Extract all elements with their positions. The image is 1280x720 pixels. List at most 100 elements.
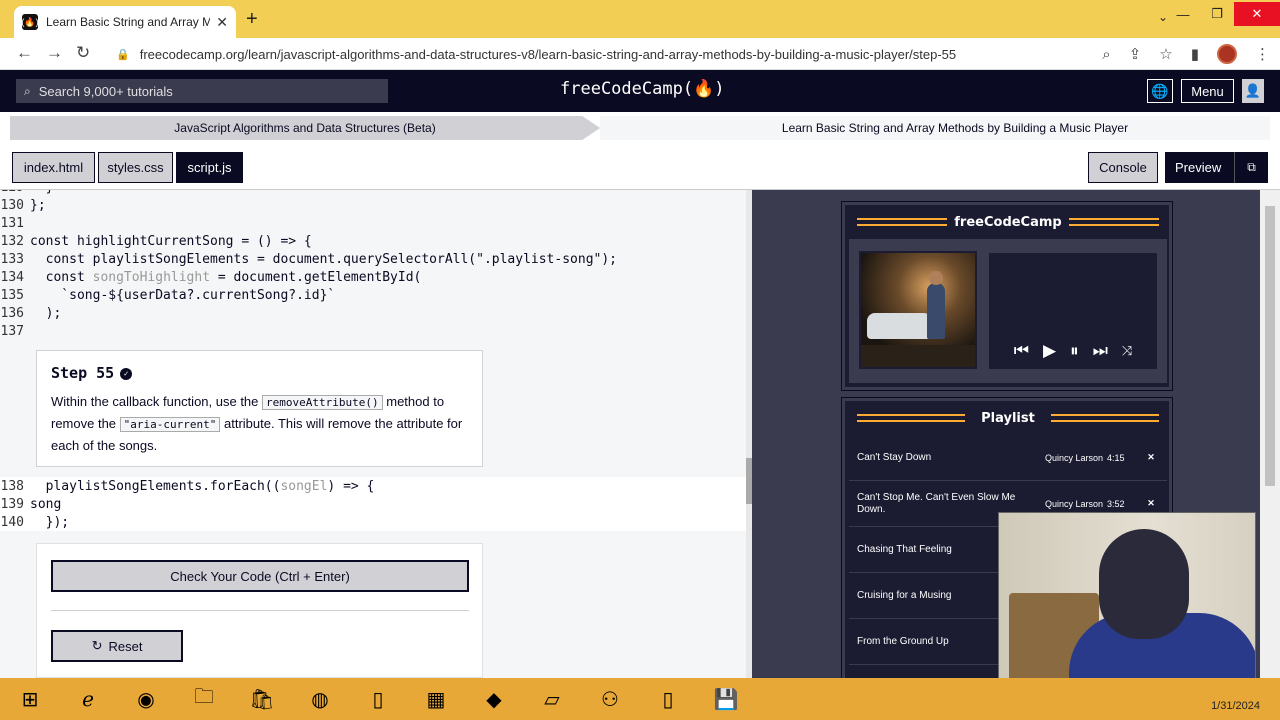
code-line: 131 (0, 215, 24, 231)
save-disk-icon[interactable]: 💾 (708, 683, 744, 715)
breadcrumb-course[interactable]: JavaScript Algorithms and Data Structure… (10, 116, 600, 140)
profile-avatar[interactable] (1217, 44, 1237, 64)
player-controls: ⏮ ▶ ⏸ ⏭ ⤨ (989, 341, 1157, 361)
reset-button[interactable]: ↻ Reset (51, 630, 183, 662)
browser-tab[interactable]: (🔥) Learn Basic String and Array Met ✕ (14, 6, 236, 38)
control-panel-icon[interactable]: ▦ (418, 683, 454, 715)
check-code-button[interactable]: Check Your Code (Ctrl + Enter) (51, 560, 469, 592)
tab-index-html[interactable]: index.html (12, 152, 95, 183)
url-text: freecodecamp.org/learn/javascript-algori… (139, 46, 957, 62)
close-tab-icon[interactable]: ✕ (216, 14, 228, 31)
code-editor[interactable]: 129 } 130}; 131 132const highlightCurren… (0, 190, 752, 678)
document-icon[interactable]: ▯ (360, 683, 396, 715)
player-controls-panel: ⏮ ▶ ⏸ ⏭ ⤨ (989, 253, 1157, 369)
lock-icon: 🔒 (116, 48, 130, 61)
zoom-icon[interactable]: ⌕ (1102, 46, 1110, 63)
inline-code-aria-current: "aria-current" (119, 417, 221, 432)
popout-window-icon[interactable]: ⧉ (1234, 152, 1268, 183)
user-avatar-icon[interactable]: 👤 (1242, 79, 1264, 103)
play-icon[interactable]: ▶ (1043, 341, 1056, 361)
divider (51, 610, 469, 611)
search-placeholder: Search 9,000+ tutorials (38, 83, 173, 99)
step-description: Within the callback function, use the re… (51, 394, 463, 453)
edge-icon[interactable]: ◍ (302, 683, 338, 715)
reload-icon[interactable]: ↻ (76, 43, 90, 63)
music-player: freeCodeCamp ⏮ ▶ ⏸ ⏭ ⤨ (841, 201, 1173, 391)
preview-scrollbar[interactable] (1260, 190, 1280, 678)
album-art-image (859, 251, 977, 369)
delete-icon[interactable]: ✕ (1145, 452, 1157, 464)
code-line: 135 `song-${userData?.currentSong?.id}` (0, 287, 336, 303)
internet-explorer-icon[interactable]: ℯ (70, 683, 106, 715)
tab-styles-css[interactable]: styles.css (98, 152, 173, 183)
check-circle-icon: ✓ (120, 367, 133, 380)
code-line: 139 song (0, 495, 748, 513)
decorative-lines (1051, 414, 1159, 422)
list-item[interactable]: Can't Stay Down Quincy Larson 4:15 ✕ (849, 435, 1167, 481)
console-button[interactable]: Console (1088, 152, 1158, 183)
song-title: Can't Stay Down (857, 451, 932, 463)
fcc-logo[interactable]: freeCodeCamp(🔥) (560, 79, 724, 99)
player-title-bar: freeCodeCamp (849, 209, 1167, 235)
folder-app-icon[interactable]: ▱ (534, 683, 570, 715)
taskbar-date: 1/31/2024 (1211, 700, 1260, 712)
address-bar-row: ← → ↻ 🔒 freecodecamp.org/learn/javascrip… (0, 38, 1280, 70)
forward-arrow-icon[interactable]: → (46, 43, 63, 63)
side-panel-icon[interactable]: ▮ (1191, 45, 1199, 63)
pause-icon[interactable]: ⏸ (1070, 341, 1079, 361)
file-explorer-icon[interactable]: 🗀 (186, 683, 222, 715)
song-artist: Quincy Larson (1045, 452, 1104, 463)
window-controls: — ❐ ✕ (1166, 0, 1280, 28)
address-bar-icons: ⌕ ⇪ ☆ ▮ ⋮ (1102, 44, 1270, 64)
windows-start-icon[interactable]: ⊞ (12, 683, 48, 715)
new-tab-plus-icon[interactable]: + (246, 8, 258, 31)
webcam-overlay (998, 512, 1256, 702)
code-line: 130}; (0, 197, 46, 213)
python-icon[interactable]: ⚇ (592, 683, 628, 715)
album-art-head (929, 271, 943, 285)
actions-panel: Check Your Code (Ctrl + Enter) ↻ Reset (36, 543, 483, 678)
blank-document-icon[interactable]: ▯ (650, 683, 686, 715)
code-line: 134 const songToHighlight = document.get… (0, 269, 422, 285)
freecodecamp-favicon-icon: (🔥) (21, 14, 39, 30)
chrome-icon[interactable]: ◉ (128, 683, 164, 715)
url-field[interactable]: 🔒 freecodecamp.org/learn/javascript-algo… (106, 41, 1166, 67)
preview-button[interactable]: Preview ⧉ (1165, 152, 1268, 183)
song-duration: 4:15 (1107, 452, 1125, 463)
code-line: 136 ); (0, 305, 62, 321)
breadcrumb-project[interactable]: Learn Basic String and Array Methods by … (600, 116, 1270, 140)
code-line: 140 }); (0, 513, 748, 531)
kebab-menu-icon[interactable]: ⋮ (1255, 45, 1270, 63)
preview-label: Preview (1175, 160, 1222, 175)
search-input[interactable]: ⌕ Search 9,000+ tutorials (16, 79, 388, 103)
breadcrumb: JavaScript Algorithms and Data Structure… (10, 116, 1270, 140)
step-instructions: Step 55 ✓ Within the callback function, u… (36, 350, 483, 467)
app-green-icon[interactable]: ◆ (476, 683, 512, 715)
reset-icon: ↻ (91, 638, 103, 653)
minimize-icon[interactable]: — (1166, 7, 1200, 22)
tab-script-js[interactable]: script.js (176, 152, 243, 183)
restore-icon[interactable]: ❐ (1200, 6, 1234, 22)
player-title: freeCodeCamp (954, 214, 1062, 230)
menu-button[interactable]: Menu (1181, 79, 1234, 103)
fcc-navbar: ⌕ Search 9,000+ tutorials freeCodeCamp(🔥… (0, 70, 1280, 112)
next-icon[interactable]: ⏭ (1093, 341, 1108, 361)
player-content: ⏮ ▶ ⏸ ⏭ ⤨ (849, 239, 1167, 383)
browser-tab-title: Learn Basic String and Array Met (46, 15, 211, 29)
delete-icon[interactable]: ✕ (1145, 498, 1157, 510)
inline-code-removeattribute: removeAttribute() (262, 395, 383, 410)
bookmark-star-icon[interactable]: ☆ (1159, 45, 1172, 63)
language-globe-icon[interactable]: 🌐 (1147, 79, 1173, 103)
preview-scroll-thumb[interactable] (1265, 206, 1275, 486)
album-art-ground (861, 345, 975, 367)
decorative-lines (1069, 218, 1159, 226)
previous-icon[interactable]: ⏮ (1014, 341, 1029, 361)
back-arrow-icon[interactable]: ← (16, 43, 33, 63)
song-duration: 3:52 (1107, 498, 1125, 509)
window-close-icon[interactable]: ✕ (1234, 2, 1280, 26)
editor-tabs-row: index.html styles.css script.js Console … (0, 144, 1280, 190)
share-icon[interactable]: ⇪ (1129, 45, 1142, 63)
shuffle-icon[interactable]: ⤨ (1122, 343, 1132, 359)
store-icon[interactable]: 🛍 (244, 683, 280, 715)
album-art-person (927, 283, 945, 339)
